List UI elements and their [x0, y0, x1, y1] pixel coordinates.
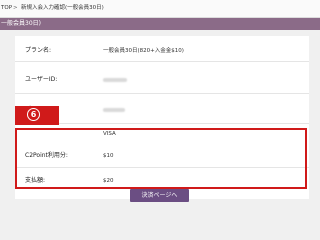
breadcrumb-current: 新規入会入力確認(一般会員30日) — [21, 5, 104, 11]
breadcrumb-home-link[interactable]: TOP — [1, 0, 12, 17]
step-number: 6 — [27, 108, 40, 121]
payment-method-value: VISA — [103, 131, 116, 137]
user-id-value — [103, 66, 127, 94]
user-id-label: ユーザーID: — [25, 76, 58, 83]
redacted-password — [103, 107, 125, 112]
password-row: パスワード: — [15, 96, 309, 124]
c2point-label: C2Point利用分: — [25, 152, 68, 159]
user-id-row: ユーザーID: — [15, 66, 309, 94]
proceed-to-payment-button[interactable]: 決済ページへ — [130, 189, 189, 202]
page: TOP > 新規入会入力確認(一般会員30日) 一般会員30日) プラン名: 一… — [0, 0, 320, 240]
plan-value: 一般会員30日(820+入金金$10) — [103, 48, 184, 54]
payment-amount-value: $20 — [103, 178, 114, 184]
c2point-value: $10 — [103, 153, 114, 159]
plan-label: プラン名: — [25, 47, 52, 54]
redacted-user-id — [103, 77, 127, 82]
step-badge: 6 — [15, 106, 59, 125]
page-title: 一般会員30日) — [0, 18, 320, 30]
c2point-row: C2Point利用分: $10 — [15, 144, 309, 168]
breadcrumb-separator: > — [13, 5, 18, 11]
plan-row: プラン名: 一般会員30日(820+入金金$10) — [15, 40, 309, 62]
payment-amount-label: 支払額: — [25, 177, 46, 184]
confirmation-panel: プラン名: 一般会員30日(820+入金金$10) ユーザーID: パスワード:… — [15, 36, 309, 199]
breadcrumb: TOP > 新規入会入力確認(一般会員30日) — [0, 0, 320, 18]
payment-method-row: VISA — [15, 124, 309, 144]
password-value — [103, 96, 125, 124]
